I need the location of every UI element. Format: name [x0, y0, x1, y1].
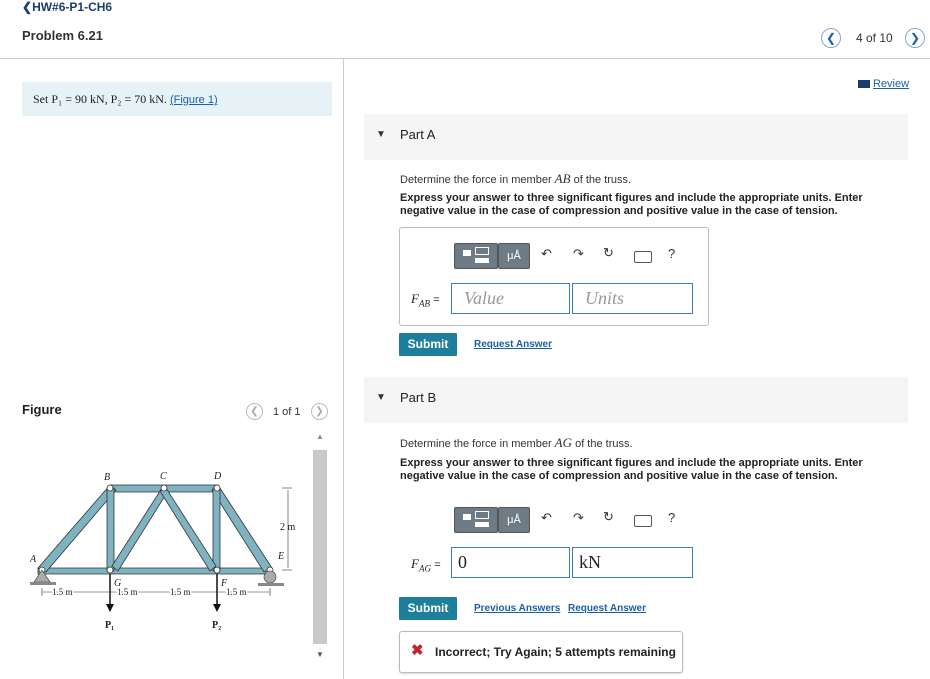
label-d3: 1.5 m — [170, 587, 191, 597]
redo-icon[interactable]: ↷ — [573, 246, 584, 262]
header-divider — [0, 58, 930, 59]
question-suffix: of the truss. — [570, 174, 632, 186]
var-label-fab: FAB = — [411, 291, 440, 309]
label-a: A — [30, 554, 37, 565]
question-prefix: Determine the force in member — [400, 174, 555, 186]
ground-e — [258, 583, 284, 586]
var-letter: F — [411, 291, 419, 306]
label-p2: P₂ — [212, 620, 221, 631]
scroll-up-icon[interactable]: ▲ — [316, 432, 324, 441]
problem-statement: Set P₁ = 90 kN, P₂ = 70 kN. (Figure 1) — [33, 92, 218, 107]
part-a-header[interactable] — [364, 114, 908, 160]
redo-icon[interactable]: ↷ — [573, 510, 584, 526]
statement-prefix: Set — [33, 92, 52, 106]
problem-title: Problem 6.21 — [22, 28, 103, 43]
var-letter: F — [411, 556, 419, 571]
part-b-instructions: Express your answer to three significant… — [400, 457, 863, 482]
member-de — [211, 484, 273, 573]
incorrect-x-icon: ✖ — [411, 642, 424, 659]
roller-support — [263, 570, 277, 584]
bottom-chord — [37, 567, 273, 575]
undo-icon[interactable]: ↶ — [541, 246, 552, 262]
help-icon[interactable]: ? — [668, 510, 675, 525]
label-c: C — [160, 471, 167, 482]
units-input[interactable]: Units — [572, 283, 693, 314]
member-ab — [37, 484, 117, 573]
label-p1: P₁ — [105, 620, 114, 631]
part-a-instructions: Express your answer to three significant… — [400, 192, 863, 217]
figure-scrollbar[interactable] — [313, 450, 327, 644]
part-b-question: Determine the force in member AG of the … — [400, 435, 633, 451]
templates-icon — [463, 250, 471, 256]
figure-link[interactable]: (Figure 1) — [170, 94, 218, 106]
next-problem-button[interactable]: ❯ — [905, 28, 925, 48]
part-a-request-answer-link[interactable]: Request Answer — [474, 339, 552, 350]
part-b-title: Part B — [400, 390, 437, 405]
label-d2: 1.5 m — [117, 587, 138, 597]
units-input[interactable]: kN — [572, 547, 693, 578]
units-symbols-button[interactable]: μÅ — [498, 243, 530, 269]
member-name: AB — [554, 171, 571, 186]
figure-heading: Figure — [22, 402, 62, 417]
reset-icon[interactable]: ↻ — [603, 509, 614, 525]
question-suffix: of the truss. — [572, 438, 633, 450]
equals-sign: = — [434, 559, 441, 571]
label-d1: 1.5 m — [52, 587, 73, 597]
problem-counter: 4 of 10 — [856, 31, 893, 45]
label-d: D — [213, 471, 222, 482]
units-symbols-button[interactable]: μÅ — [498, 507, 530, 533]
var-subscript: AB — [418, 298, 430, 309]
label-height: 2 m — [280, 522, 296, 533]
statement-values: P₁ = 90 kN, P₂ = 70 kN. — [51, 92, 167, 106]
keyboard-icon[interactable] — [634, 251, 652, 263]
help-icon[interactable]: ? — [668, 246, 675, 261]
member-df — [212, 487, 221, 572]
feedback-text: Incorrect; Try Again; 5 attempts remaini… — [435, 645, 676, 659]
member-gc — [111, 487, 169, 572]
book-icon — [858, 79, 870, 88]
figure-next-button[interactable]: ❯ — [311, 403, 328, 420]
keyboard-icon[interactable] — [634, 515, 652, 527]
part-b-submit-button[interactable]: Submit — [399, 597, 457, 620]
ground-a — [30, 582, 56, 585]
question-prefix: Determine the force in member — [400, 438, 555, 450]
member-name: AG — [554, 435, 573, 450]
var-label-fag: FAG = — [411, 556, 441, 574]
equals-sign: = — [433, 294, 440, 306]
templates-button[interactable] — [454, 243, 498, 269]
chevron-left-icon: ❮ — [22, 0, 33, 14]
collapse-b-icon[interactable]: ▼ — [376, 392, 386, 403]
review-label[interactable]: Review — [873, 78, 909, 90]
reset-icon[interactable]: ↻ — [603, 245, 614, 261]
undo-icon[interactable]: ↶ — [541, 510, 552, 526]
templates-button[interactable] — [454, 507, 498, 533]
scroll-down-icon[interactable]: ▼ — [316, 650, 324, 659]
templates-icon — [463, 514, 471, 520]
label-d4: 1.5 m — [226, 587, 247, 597]
part-a-title: Part A — [400, 127, 436, 142]
label-b: B — [104, 472, 110, 483]
collapse-a-icon[interactable]: ▼ — [376, 129, 386, 140]
part-a-question: Determine the force in member AB of the … — [400, 171, 631, 187]
breadcrumb[interactable]: ❮HW#6-P1-CH6 — [22, 0, 112, 14]
value-input[interactable]: 0 — [451, 547, 570, 578]
var-subscript: AG — [418, 563, 431, 574]
value-input[interactable]: Value — [451, 283, 570, 314]
review-link[interactable]: Review — [858, 76, 909, 90]
figure-prev-button[interactable]: ❮ — [246, 403, 263, 420]
part-a-submit-button[interactable]: Submit — [399, 333, 457, 356]
figure-counter: 1 of 1 — [273, 406, 301, 418]
part-b-header[interactable] — [364, 377, 908, 423]
previous-answers-link[interactable]: Previous Answers — [474, 603, 560, 614]
member-cf — [159, 487, 217, 572]
column-divider — [343, 59, 344, 679]
part-b-request-answer-link[interactable]: Request Answer — [568, 603, 646, 614]
previous-problem-button[interactable]: ❮ — [821, 28, 841, 48]
breadcrumb-label: HW#6-P1-CH6 — [32, 0, 113, 14]
member-bg — [106, 487, 115, 572]
label-e: E — [277, 551, 284, 562]
truss-figure: A B C D E F G 2 m 1.5 m 1.5 m 1.5 m 1.5 … — [30, 471, 296, 631]
